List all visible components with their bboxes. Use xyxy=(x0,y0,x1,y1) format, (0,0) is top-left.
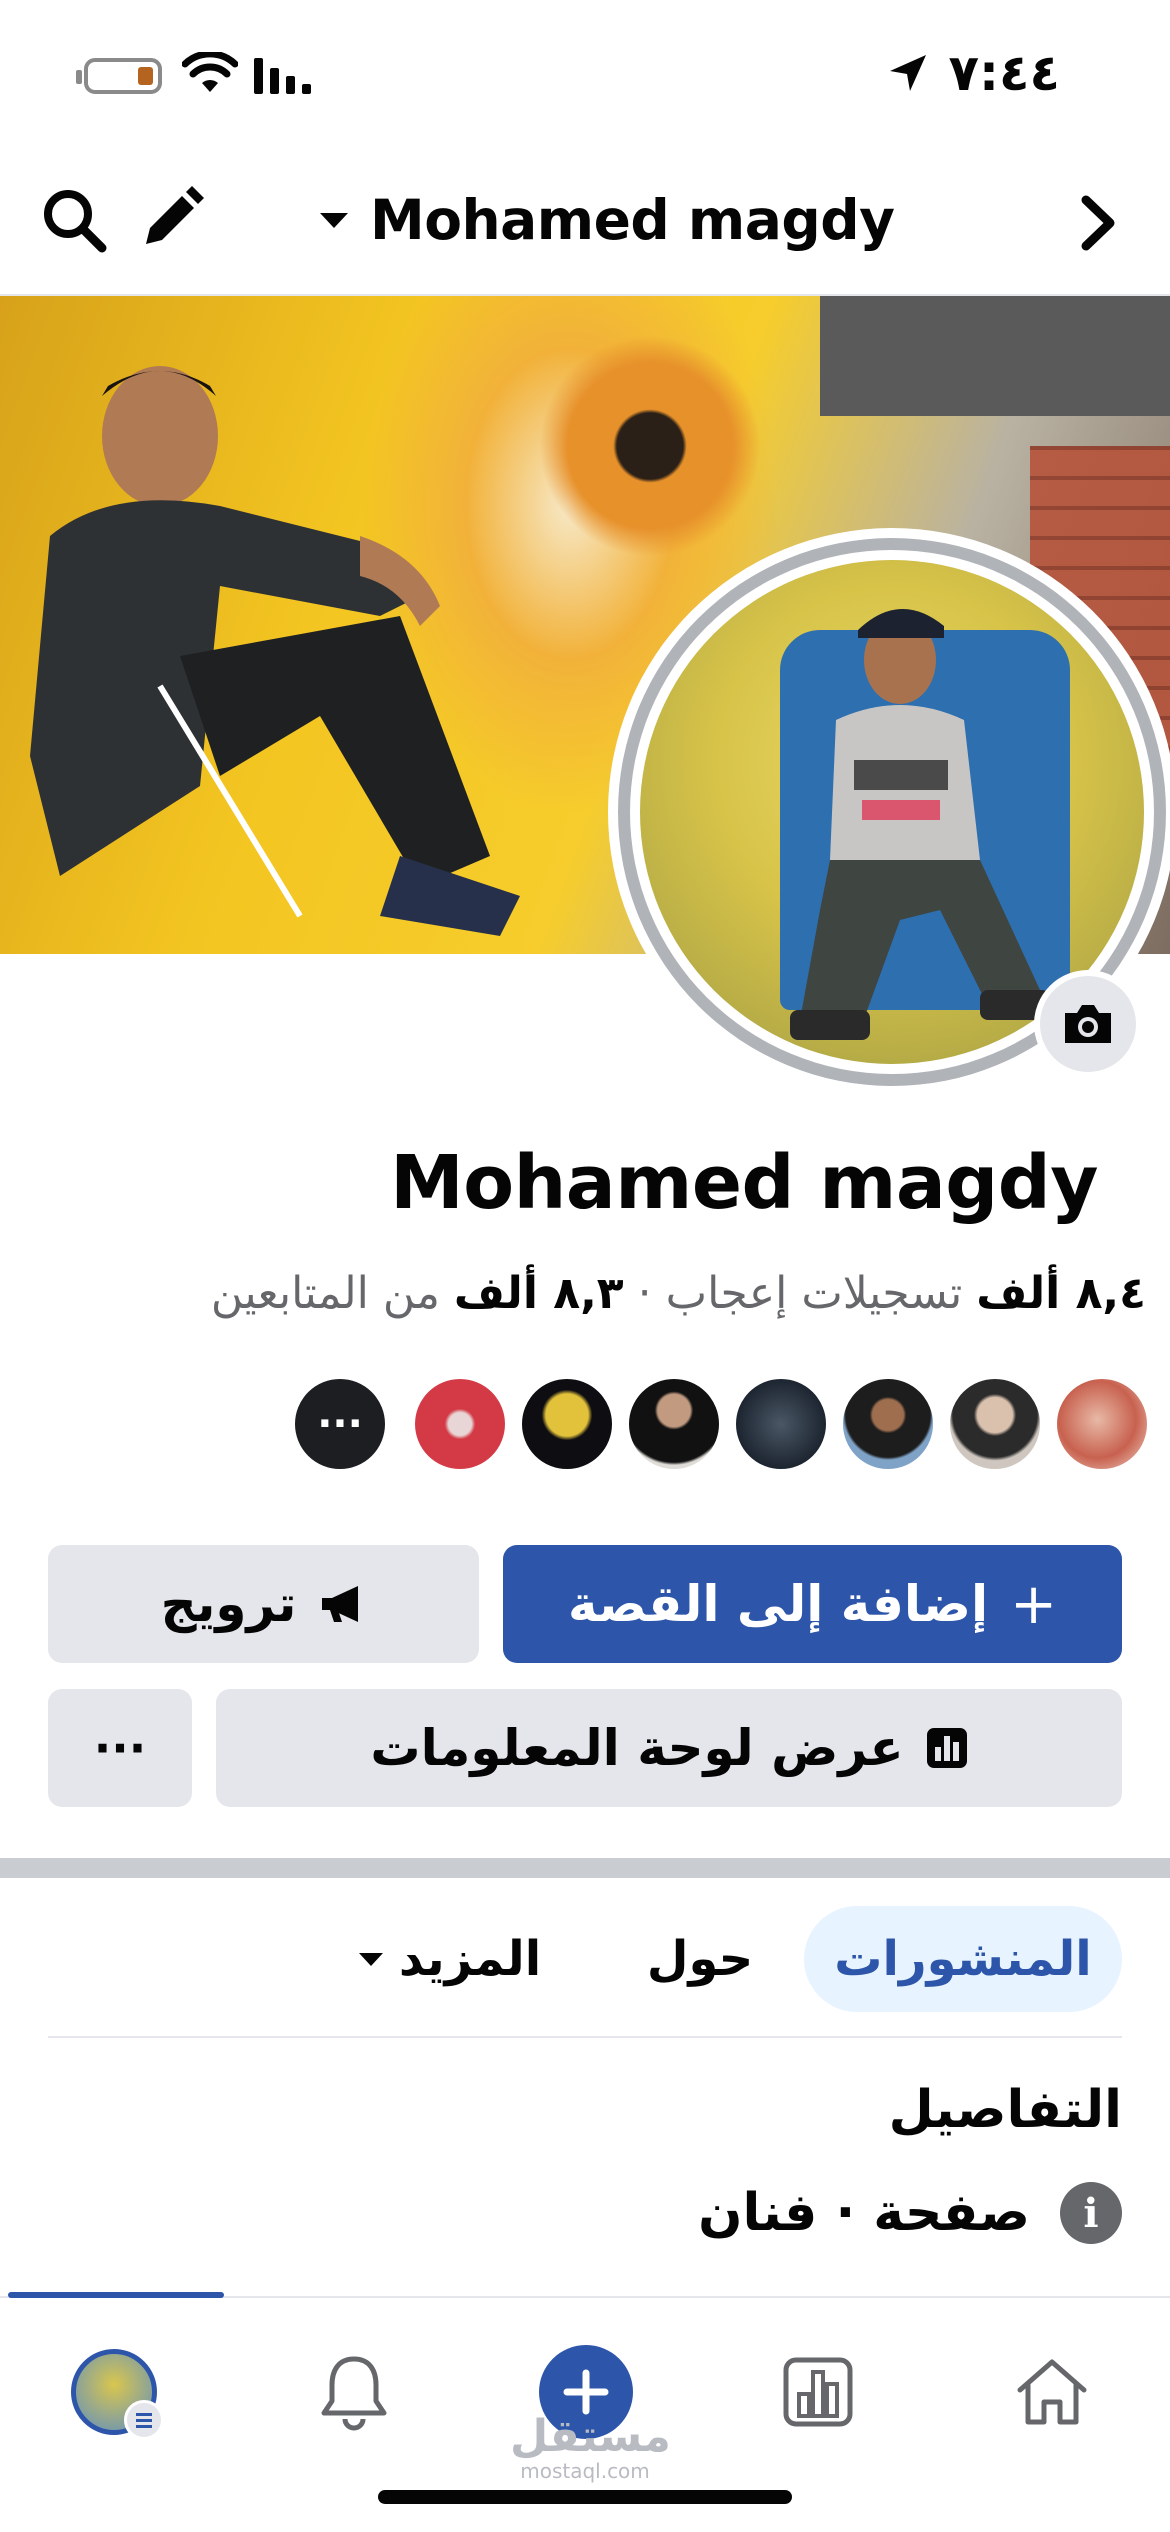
profile-stats: ٨,٤ ألف تسجيلات إعجاب · ٨,٣ ألف من المتا… xyxy=(211,1268,1146,1319)
location-arrow-icon xyxy=(890,55,927,91)
followers-label: من المتابعين xyxy=(210,1268,440,1319)
follower-avatar[interactable] xyxy=(733,1376,829,1472)
view-dashboard-button[interactable]: عرض لوحة المعلومات xyxy=(216,1689,1122,1807)
follower-avatar[interactable] xyxy=(840,1376,936,1472)
change-photo-button[interactable] xyxy=(1034,970,1142,1078)
likes-count: ٨,٤ ألف xyxy=(976,1268,1146,1319)
promote-button[interactable]: ترويج xyxy=(48,1545,479,1663)
page-switcher[interactable]: Mohamed magdy xyxy=(320,188,895,252)
follower-avatar[interactable] xyxy=(519,1376,615,1472)
details-row: i صفحة · فنان xyxy=(698,2182,1122,2244)
active-tab-indicator xyxy=(8,2292,224,2298)
avatar xyxy=(71,2349,164,2440)
tab-more-label: المزيد xyxy=(398,1931,542,1987)
add-to-story-label: إضافة إلى القصة xyxy=(568,1575,989,1633)
likes-label: تسجيلات إعجاب xyxy=(665,1268,963,1319)
megaphone-icon xyxy=(322,1586,359,1622)
chevron-right-icon[interactable] xyxy=(1074,190,1124,256)
edit-pencil-icon[interactable] xyxy=(138,186,204,252)
bar-chart-icon xyxy=(926,1728,967,1768)
page-title: Mohamed magdy xyxy=(370,188,895,252)
cover-person-figure xyxy=(30,366,520,936)
chevron-down-icon xyxy=(320,212,348,228)
profile-tab[interactable] xyxy=(54,2332,174,2452)
tab-posts-label: المنشورات xyxy=(834,1931,1092,1987)
follower-avatar[interactable] xyxy=(626,1376,722,1472)
view-dashboard-label: عرض لوحة المعلومات xyxy=(370,1719,904,1777)
tab-about-label: حول xyxy=(646,1931,754,1987)
plus-icon: + xyxy=(1010,1571,1058,1637)
search-icon[interactable] xyxy=(40,186,108,254)
signal-icon xyxy=(254,58,311,94)
more-options-label: ··· xyxy=(93,1721,147,1775)
insights-tab[interactable] xyxy=(758,2332,878,2452)
follower-avatars[interactable]: ··· xyxy=(292,1376,1150,1474)
profile-tabs: المنشورات حول المزيد xyxy=(0,1906,1170,2012)
page-category-text: صفحة · فنان xyxy=(698,2183,1030,2243)
watermark-arabic: مستقل xyxy=(510,2411,671,2462)
home-indicator[interactable] xyxy=(378,2490,792,2504)
notifications-bell-icon xyxy=(321,2356,387,2431)
insights-chart-icon xyxy=(783,2357,853,2427)
more-followers-label: ··· xyxy=(317,1401,363,1447)
more-options-button[interactable]: ··· xyxy=(48,1689,192,1807)
status-bar: ٧:٤٤ xyxy=(0,0,1170,150)
camera-icon xyxy=(1065,1005,1111,1043)
page-header: Mohamed magdy xyxy=(0,150,1170,296)
details-heading: التفاصيل xyxy=(888,2080,1122,2140)
follower-avatar[interactable] xyxy=(412,1376,508,1472)
add-to-story-button[interactable]: + إضافة إلى القصة xyxy=(503,1545,1122,1663)
followers-count: ٨,٣ ألف xyxy=(453,1268,624,1319)
chevron-down-icon xyxy=(358,1952,383,1966)
more-followers-button[interactable]: ··· xyxy=(292,1376,388,1472)
tab-about[interactable]: حول xyxy=(620,1906,780,2012)
section-divider xyxy=(0,1858,1170,1878)
tab-posts[interactable]: المنشورات xyxy=(804,1906,1122,2012)
tab-more[interactable]: المزيد xyxy=(330,1906,570,2012)
tabs-divider xyxy=(48,2036,1122,2038)
status-time: ٧:٤٤ xyxy=(948,44,1060,102)
info-icon: i xyxy=(1060,2182,1122,2244)
stats-separator: · xyxy=(637,1268,652,1319)
home-tab[interactable] xyxy=(992,2332,1112,2452)
follower-avatar[interactable] xyxy=(1054,1376,1150,1472)
follower-avatar[interactable] xyxy=(947,1376,1043,1472)
home-icon xyxy=(1017,2359,1087,2425)
notifications-tab[interactable] xyxy=(294,2332,414,2452)
watermark-latin: mostaql.com xyxy=(520,2459,650,2483)
profile-name: Mohamed magdy xyxy=(390,1140,1098,1226)
watermark-logo: مستقل mostaql.com xyxy=(510,2411,671,2483)
promote-label: ترويج xyxy=(160,1575,297,1633)
menu-icon xyxy=(124,2400,164,2440)
battery-icon xyxy=(76,58,162,94)
avatar-person-figure xyxy=(790,608,1050,1040)
wifi-icon xyxy=(182,52,238,92)
